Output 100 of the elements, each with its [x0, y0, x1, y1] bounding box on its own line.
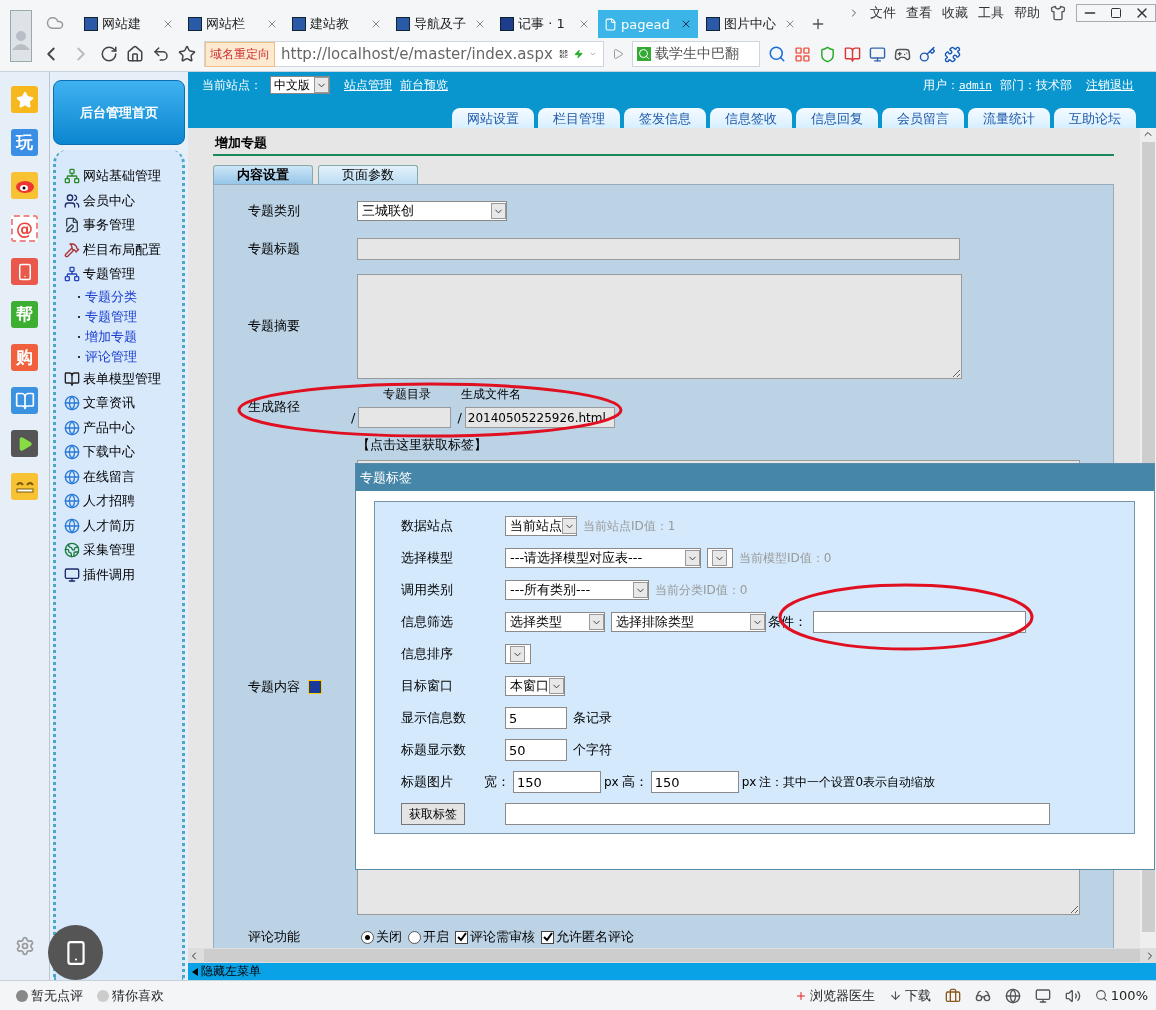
browser-tab[interactable]: 导航及子	[390, 10, 492, 38]
sidebar-item[interactable]: 采集管理	[64, 538, 182, 563]
home-icon[interactable]	[126, 45, 144, 63]
nav-tab[interactable]: 栏目管理	[538, 108, 620, 128]
sidebar-item[interactable]: 插件调用	[64, 562, 182, 587]
sidebar-subitem[interactable]: 专题分类	[64, 286, 182, 307]
browser-tab[interactable]: 图片中心	[700, 10, 802, 38]
get-tags-link[interactable]: 【点击这里获取标签】	[357, 436, 487, 454]
title-field[interactable]	[357, 238, 960, 260]
key-icon[interactable]	[919, 45, 936, 63]
nav-tab[interactable]: 信息签收	[710, 108, 792, 128]
browser-tab[interactable]: 记事 · 1	[494, 10, 596, 38]
form-tab[interactable]: 内容设置	[213, 165, 313, 184]
menu-item[interactable]: 收藏	[942, 4, 968, 22]
qr-code-icon[interactable]	[558, 47, 568, 61]
height-field[interactable]: 150	[650, 771, 739, 793]
redirect-badge[interactable]: 域名重定向	[205, 41, 275, 67]
browser-tab[interactable]: 网站建	[78, 10, 180, 38]
sidebar-subitem[interactable]: 专题管理	[64, 306, 182, 327]
form-tab[interactable]: 页面参数	[318, 165, 418, 184]
favorite-icon[interactable]	[178, 45, 196, 63]
sidebar-item[interactable]: 会员中心	[64, 188, 182, 213]
dictionary-icon[interactable]	[844, 45, 861, 63]
number-field[interactable]: 5	[505, 707, 567, 729]
sidebar-item[interactable]: 文章资讯	[64, 391, 182, 416]
radio-button[interactable]	[361, 930, 374, 944]
horizontal-scrollbar[interactable]	[188, 948, 1156, 963]
nav-tab[interactable]: 网站设置	[452, 108, 534, 128]
site-dropdown[interactable]: 中文版	[270, 76, 330, 94]
smiley-icon[interactable]	[11, 473, 38, 500]
sidebar-item[interactable]: 人才简历	[64, 513, 182, 538]
dropdown[interactable]: 选择类型	[505, 612, 605, 632]
sidebar-item[interactable]: 表单模型管理	[64, 366, 182, 391]
sidebar-item[interactable]: 在线留言	[64, 464, 182, 489]
search-icon[interactable]	[768, 45, 786, 63]
address-bar[interactable]: 域名重定向 http://localhost/e/master/index.aspx	[204, 41, 604, 67]
settings-icon[interactable]	[14, 936, 35, 956]
checkbox[interactable]	[455, 930, 468, 944]
sidebar-item[interactable]: 网站基础管理	[64, 164, 182, 189]
zoom-button[interactable]: 100%	[1094, 988, 1148, 1003]
lightning-icon[interactable]	[573, 47, 584, 61]
category-dropdown[interactable]: 三城联创	[357, 201, 507, 221]
nav-tab[interactable]: 信息回复	[796, 108, 878, 128]
go-icon[interactable]	[612, 48, 624, 60]
number-field[interactable]: 50	[505, 739, 567, 761]
dropdown[interactable]: ---请选择模型对应表---	[505, 548, 701, 568]
dropdown[interactable]: 本窗口	[505, 676, 565, 696]
sidebar-subitem[interactable]: 评论管理	[64, 346, 182, 367]
summary-field[interactable]	[357, 273, 962, 379]
sidebar-item[interactable]: 下载中心	[64, 440, 182, 465]
cloud-icon[interactable]	[46, 14, 64, 32]
hide-menu-bar[interactable]: 隐藏左菜单	[188, 963, 1156, 980]
status-item[interactable]: 暂无点评	[16, 986, 83, 1005]
sidebar-item[interactable]: 专题管理	[64, 262, 182, 287]
condition-field[interactable]	[813, 611, 1026, 633]
sidebar-item[interactable]: 人才招聘	[64, 489, 182, 514]
nav-tab[interactable]: 流量统计	[968, 108, 1050, 128]
nav-tab[interactable]: 会员留言	[882, 108, 964, 128]
play-icon[interactable]	[11, 430, 38, 457]
width-field[interactable]: 150	[513, 771, 601, 793]
briefcase-icon[interactable]	[944, 987, 961, 1004]
dropdown[interactable]: 选择排除类型	[611, 612, 766, 632]
dropdown[interactable]: 当前站点	[505, 516, 577, 536]
close-icon[interactable]	[680, 18, 692, 30]
menu-item[interactable]: 查看	[906, 4, 932, 22]
nav-tab[interactable]: 互助论坛	[1054, 108, 1136, 128]
new-tab-icon[interactable]	[810, 16, 826, 32]
menu-item[interactable]: 文件	[870, 4, 896, 22]
monitor-icon[interactable]	[1034, 987, 1051, 1004]
dropdown[interactable]	[707, 548, 733, 568]
dropdown[interactable]: ---所有类别---	[505, 580, 649, 600]
filename-field[interactable]: 20140505225926.html	[464, 407, 615, 428]
checkbox[interactable]	[541, 930, 554, 944]
screenshot-icon[interactable]	[869, 45, 886, 63]
directory-field[interactable]	[358, 407, 452, 428]
browser-doctor-button[interactable]: 浏览器医生	[794, 986, 875, 1005]
sidebar-item[interactable]: 栏目布局配置	[64, 237, 182, 262]
shield-icon[interactable]	[819, 45, 836, 63]
get-tags-button[interactable]: 获取标签	[401, 803, 465, 825]
browser-tab[interactable]: 建站教	[286, 10, 388, 38]
book-icon[interactable]	[11, 387, 38, 414]
sidebar-subitem[interactable]: 增加专题	[64, 326, 182, 347]
refresh-icon[interactable]	[100, 45, 118, 63]
shirt-icon[interactable]	[1050, 5, 1066, 21]
mail-icon[interactable]: @	[11, 215, 38, 242]
sidebar-item[interactable]: 产品中心	[64, 415, 182, 440]
undo-icon[interactable]	[152, 45, 170, 63]
sidebar-item[interactable]: 事务管理	[64, 213, 182, 238]
search-field[interactable]: 载学生中巴翻	[632, 41, 760, 67]
menu-item[interactable]: 帮助	[1014, 4, 1040, 22]
eye-icon[interactable]	[11, 172, 38, 199]
extension-icon[interactable]	[944, 45, 961, 63]
nav-tab[interactable]: 签发信息	[624, 108, 706, 128]
menu-item[interactable]: 工具	[978, 4, 1004, 22]
radio-button[interactable]	[408, 930, 421, 944]
globe-icon[interactable]	[1004, 987, 1021, 1004]
status-item[interactable]: 猜你喜欢	[97, 986, 164, 1005]
apps-icon[interactable]	[794, 45, 811, 63]
tag-output-field[interactable]	[505, 803, 1050, 825]
dropdown[interactable]	[505, 644, 531, 664]
